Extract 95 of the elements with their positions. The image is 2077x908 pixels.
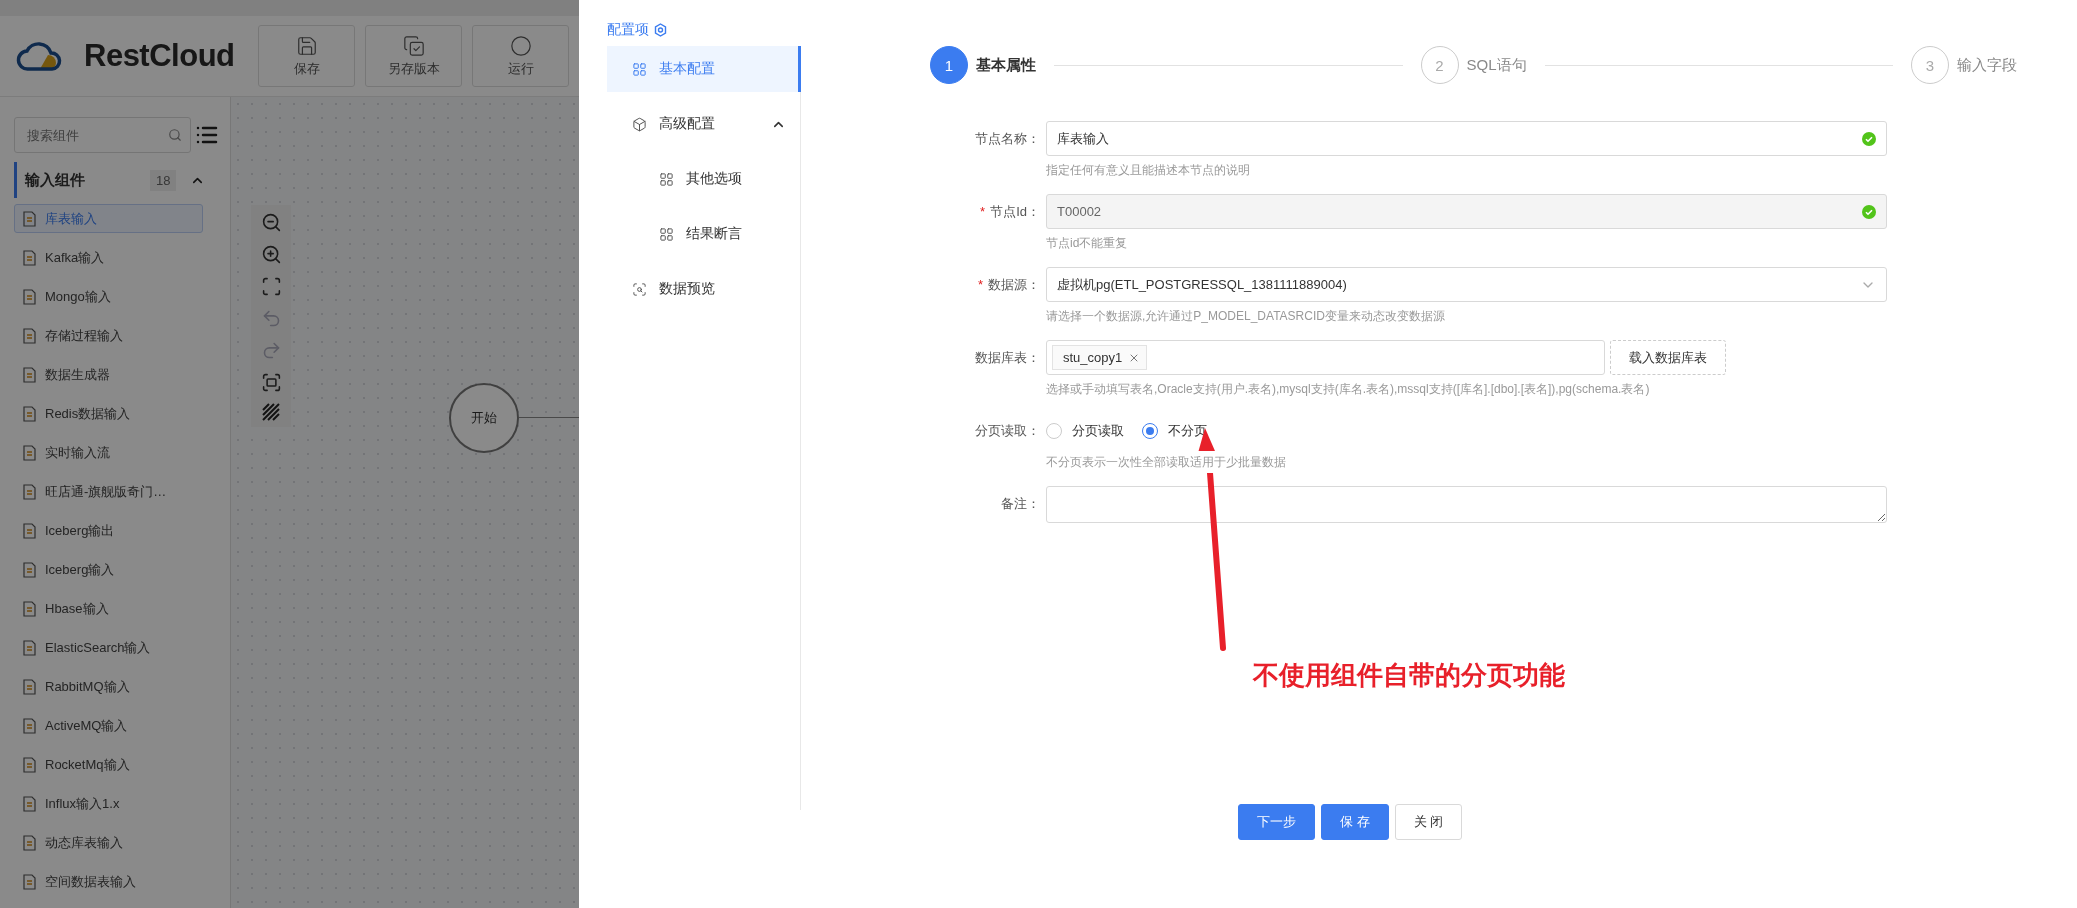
annotation-text: 不使用组件自带的分页功能 xyxy=(1253,659,1565,692)
component-item[interactable]: 空间数据表输入 xyxy=(14,867,203,896)
start-node[interactable]: 开始 xyxy=(449,383,519,453)
footer-button[interactable]: 关 闭 xyxy=(1394,804,1463,840)
step-label: 输入字段 xyxy=(1957,55,2017,75)
section-title: 输入组件 xyxy=(25,170,86,190)
nav-item[interactable]: 基本配置 xyxy=(607,46,801,92)
document-icon xyxy=(22,600,37,617)
flow-edge xyxy=(519,417,579,418)
document-icon xyxy=(22,561,37,578)
component-item[interactable]: 存储过程输入 xyxy=(14,321,203,350)
check-icon xyxy=(1862,131,1876,146)
field-label: 节点Id： xyxy=(990,202,1040,221)
settings-icon xyxy=(654,23,667,37)
text-field[interactable]: 库表输入 xyxy=(1046,121,1887,156)
load-tables-button[interactable]: 载入数据库表 xyxy=(1610,340,1726,375)
required-mark: * xyxy=(977,277,983,292)
document-icon xyxy=(22,210,37,227)
component-item[interactable]: RocketMq输入 xyxy=(14,750,203,779)
field-label: 分页读取： xyxy=(975,421,1040,440)
document-icon xyxy=(22,288,37,305)
footer-button[interactable]: 保 存 xyxy=(1321,804,1389,840)
field-label: 数据库表： xyxy=(975,348,1040,367)
document-icon xyxy=(22,795,37,812)
check-icon xyxy=(1862,204,1876,219)
step-number: 3 xyxy=(1911,46,1949,84)
document-icon xyxy=(22,639,37,656)
document-icon xyxy=(22,717,37,734)
save-icon xyxy=(295,34,318,57)
nav-item[interactable]: 数据预览 xyxy=(607,266,801,312)
step-number: 2 xyxy=(1420,46,1459,84)
document-icon xyxy=(22,366,37,383)
component-item[interactable]: Kafka输入 xyxy=(14,243,203,272)
component-item[interactable]: Hbase输入 xyxy=(14,594,203,623)
document-icon xyxy=(22,834,37,851)
radio-option[interactable]: 分页读取 xyxy=(1046,421,1124,440)
table-search-icon xyxy=(632,281,647,297)
table-field[interactable]: stu_copy1 xyxy=(1046,340,1605,375)
document-icon xyxy=(22,327,37,344)
document-icon xyxy=(22,522,37,539)
zoom-in-icon[interactable] xyxy=(260,243,282,265)
field-label: 备注： xyxy=(1001,494,1040,513)
document-icon xyxy=(22,678,37,695)
radio-label: 分页读取 xyxy=(1072,421,1124,440)
fit-view-icon[interactable] xyxy=(260,275,282,297)
step-label: 基本属性 xyxy=(976,55,1036,75)
cube-icon xyxy=(632,116,647,132)
table-tag: stu_copy1 xyxy=(1052,345,1148,370)
component-item[interactable]: 库表输入 xyxy=(14,204,203,233)
toolbar-button[interactable]: 运行 xyxy=(472,25,569,87)
toolbar-button[interactable]: 保存 xyxy=(258,25,355,87)
remark-field[interactable] xyxy=(1046,486,1887,523)
zoom-out-icon[interactable] xyxy=(260,211,282,233)
copy-check-icon xyxy=(402,34,425,57)
nav-title: 配置项 xyxy=(607,21,649,39)
document-icon xyxy=(22,756,37,773)
field-hint: 不分页表示一次性全部读取适用于少批量数据 xyxy=(1046,451,1286,473)
component-item[interactable]: Redis数据输入 xyxy=(14,399,203,428)
component-item[interactable]: 实时输入流 xyxy=(14,438,203,467)
nav-item[interactable]: 其他选项 xyxy=(607,156,801,202)
component-item[interactable]: Iceberg输入 xyxy=(14,555,203,584)
component-item[interactable]: Mongo输入 xyxy=(14,282,203,311)
grid-icon xyxy=(659,226,674,242)
document-icon xyxy=(22,405,37,422)
nav-item[interactable]: 高级配置 xyxy=(607,101,801,147)
required-mark: * xyxy=(980,204,986,219)
component-item[interactable]: 旺店通-旗舰版奇门… xyxy=(14,477,203,506)
search-field[interactable]: 搜索组件 xyxy=(14,117,191,153)
nav-item[interactable]: 结果断言 xyxy=(607,211,801,257)
component-item[interactable]: ElasticSearch输入 xyxy=(14,633,203,662)
fullscreen-icon[interactable] xyxy=(260,371,282,393)
logo-text: RestCloud xyxy=(84,38,235,74)
toolbar-button[interactable]: 另存版本 xyxy=(365,25,462,87)
item-count: 18 xyxy=(150,169,177,191)
component-item[interactable]: 动态库表输入 xyxy=(14,828,203,857)
document-icon xyxy=(22,249,37,266)
field-label: 数据源： xyxy=(988,275,1040,294)
select-field[interactable]: 虚拟机pg(ETL_POSTGRESSQL_1381111889004) xyxy=(1046,267,1887,302)
document-icon xyxy=(22,873,37,890)
field-label: 节点名称： xyxy=(975,129,1040,148)
search-icon xyxy=(168,128,182,142)
component-item[interactable]: 数据生成器 xyxy=(14,360,203,389)
hatch-icon[interactable] xyxy=(262,403,280,421)
component-item[interactable]: RabbitMQ输入 xyxy=(14,672,203,701)
step-label: SQL语句 xyxy=(1466,55,1527,75)
grid-icon xyxy=(659,171,674,187)
component-item[interactable]: Iceberg输出 xyxy=(14,516,203,545)
grid-icon xyxy=(632,61,647,77)
footer-button[interactable]: 下一步 xyxy=(1238,804,1315,840)
document-icon xyxy=(22,483,37,500)
step-number: 1 xyxy=(930,46,968,84)
component-item[interactable]: ActiveMQ输入 xyxy=(14,711,203,740)
circle-icon xyxy=(509,34,532,57)
document-icon xyxy=(22,444,37,461)
component-item[interactable]: Influx输入1.x xyxy=(14,789,203,818)
